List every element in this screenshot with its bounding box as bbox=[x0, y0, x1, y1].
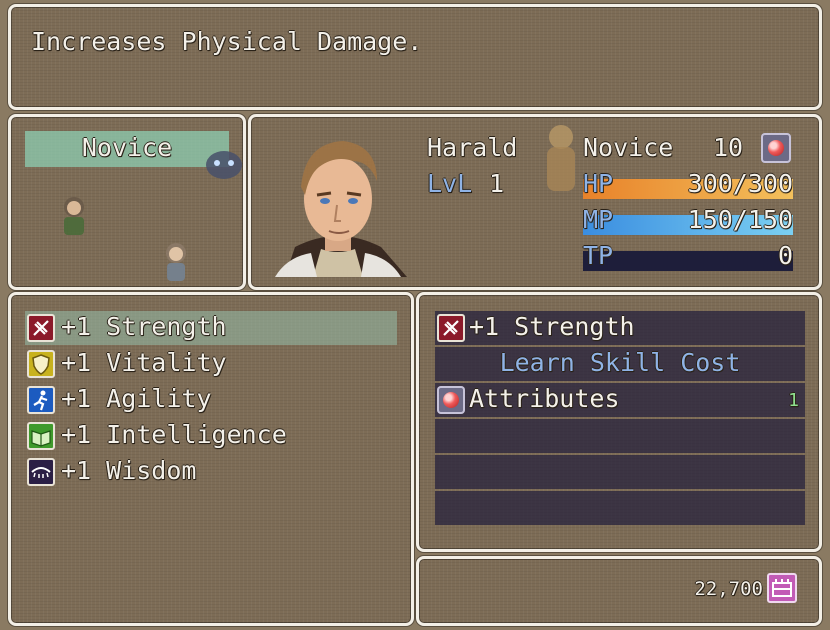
cost-attributes-row: Attributes 1 bbox=[435, 383, 805, 417]
skill-item-strength[interactable]: +1 Strength bbox=[25, 311, 397, 345]
class-item-novice[interactable]: Novice bbox=[25, 133, 229, 162]
gold-window: 22,700 bbox=[416, 556, 822, 626]
hp-label: HP bbox=[583, 169, 614, 198]
gold-chest-icon bbox=[767, 573, 797, 603]
cost-empty-row bbox=[435, 491, 805, 525]
class-window: Novice bbox=[8, 114, 246, 290]
cost-header: Learn Skill Cost bbox=[499, 348, 741, 377]
mp-gauge: MP 150/150 bbox=[583, 205, 793, 237]
skill-item-vitality[interactable]: +1 Vitality bbox=[25, 347, 397, 381]
cost-empty-row bbox=[435, 419, 805, 453]
actor-class: Novice bbox=[583, 133, 674, 162]
hp-gauge: HP 300/300 bbox=[583, 169, 793, 201]
mp-label: MP bbox=[583, 205, 614, 234]
tp-gauge: TP 0 bbox=[583, 241, 793, 273]
skill-label: +1 Intelligence bbox=[61, 420, 287, 449]
level-value: 1 bbox=[489, 169, 505, 198]
level-label: LvL bbox=[427, 169, 473, 198]
skill-label: +1 Wisdom bbox=[61, 456, 197, 485]
cost-skill-row: +1 Strength bbox=[435, 311, 805, 345]
help-text: Increases Physical Damage. bbox=[31, 27, 423, 56]
npc-sprite-icon bbox=[166, 243, 186, 281]
skill-item-agility[interactable]: +1 Agility bbox=[25, 383, 397, 417]
strength-icon bbox=[27, 314, 55, 342]
monster-sprite-icon bbox=[206, 151, 242, 179]
tp-value: 0 bbox=[777, 241, 793, 270]
class-points-count: 10 bbox=[713, 133, 744, 162]
status-window: Harald LvL 1 Novice 10 HP 300/300 MP 150… bbox=[248, 114, 822, 290]
mp-value: 150/150 bbox=[687, 205, 793, 234]
skill-list-window: +1 Strength +1 Vitality +1 Agility +1 In… bbox=[8, 292, 414, 626]
skill-label: +1 Agility bbox=[61, 384, 212, 413]
actor-portrait bbox=[275, 141, 407, 277]
wisdom-eye-icon bbox=[27, 458, 55, 486]
cost-skill-name: +1 Strength bbox=[469, 312, 635, 341]
skill-item-intelligence[interactable]: +1 Intelligence bbox=[25, 419, 397, 453]
red-gem-icon bbox=[437, 386, 465, 414]
vitality-shield-icon bbox=[27, 350, 55, 378]
skill-item-wisdom[interactable]: +1 Wisdom bbox=[25, 455, 397, 489]
hp-value: 300/300 bbox=[687, 169, 793, 198]
skill-cost-window: +1 Strength Learn Skill Cost Attributes … bbox=[416, 292, 822, 552]
gold-value: 22,700 bbox=[694, 578, 763, 600]
cost-empty-row bbox=[435, 455, 805, 489]
cost-header-row: Learn Skill Cost bbox=[435, 347, 805, 381]
agility-runner-icon bbox=[27, 386, 55, 414]
tp-label: TP bbox=[583, 241, 614, 270]
red-gem-icon bbox=[761, 133, 791, 163]
actor-name: Harald bbox=[427, 133, 518, 162]
strength-icon bbox=[437, 314, 465, 342]
help-window: Increases Physical Damage. bbox=[8, 4, 822, 110]
skill-label: +1 Vitality bbox=[61, 348, 227, 377]
npc-sprite-icon bbox=[64, 197, 84, 235]
attributes-amount: 1 bbox=[788, 390, 799, 411]
statue-sprite-icon bbox=[547, 125, 575, 191]
skill-label: +1 Strength bbox=[61, 312, 227, 341]
attributes-label: Attributes bbox=[469, 384, 620, 413]
intelligence-book-icon bbox=[27, 422, 55, 450]
